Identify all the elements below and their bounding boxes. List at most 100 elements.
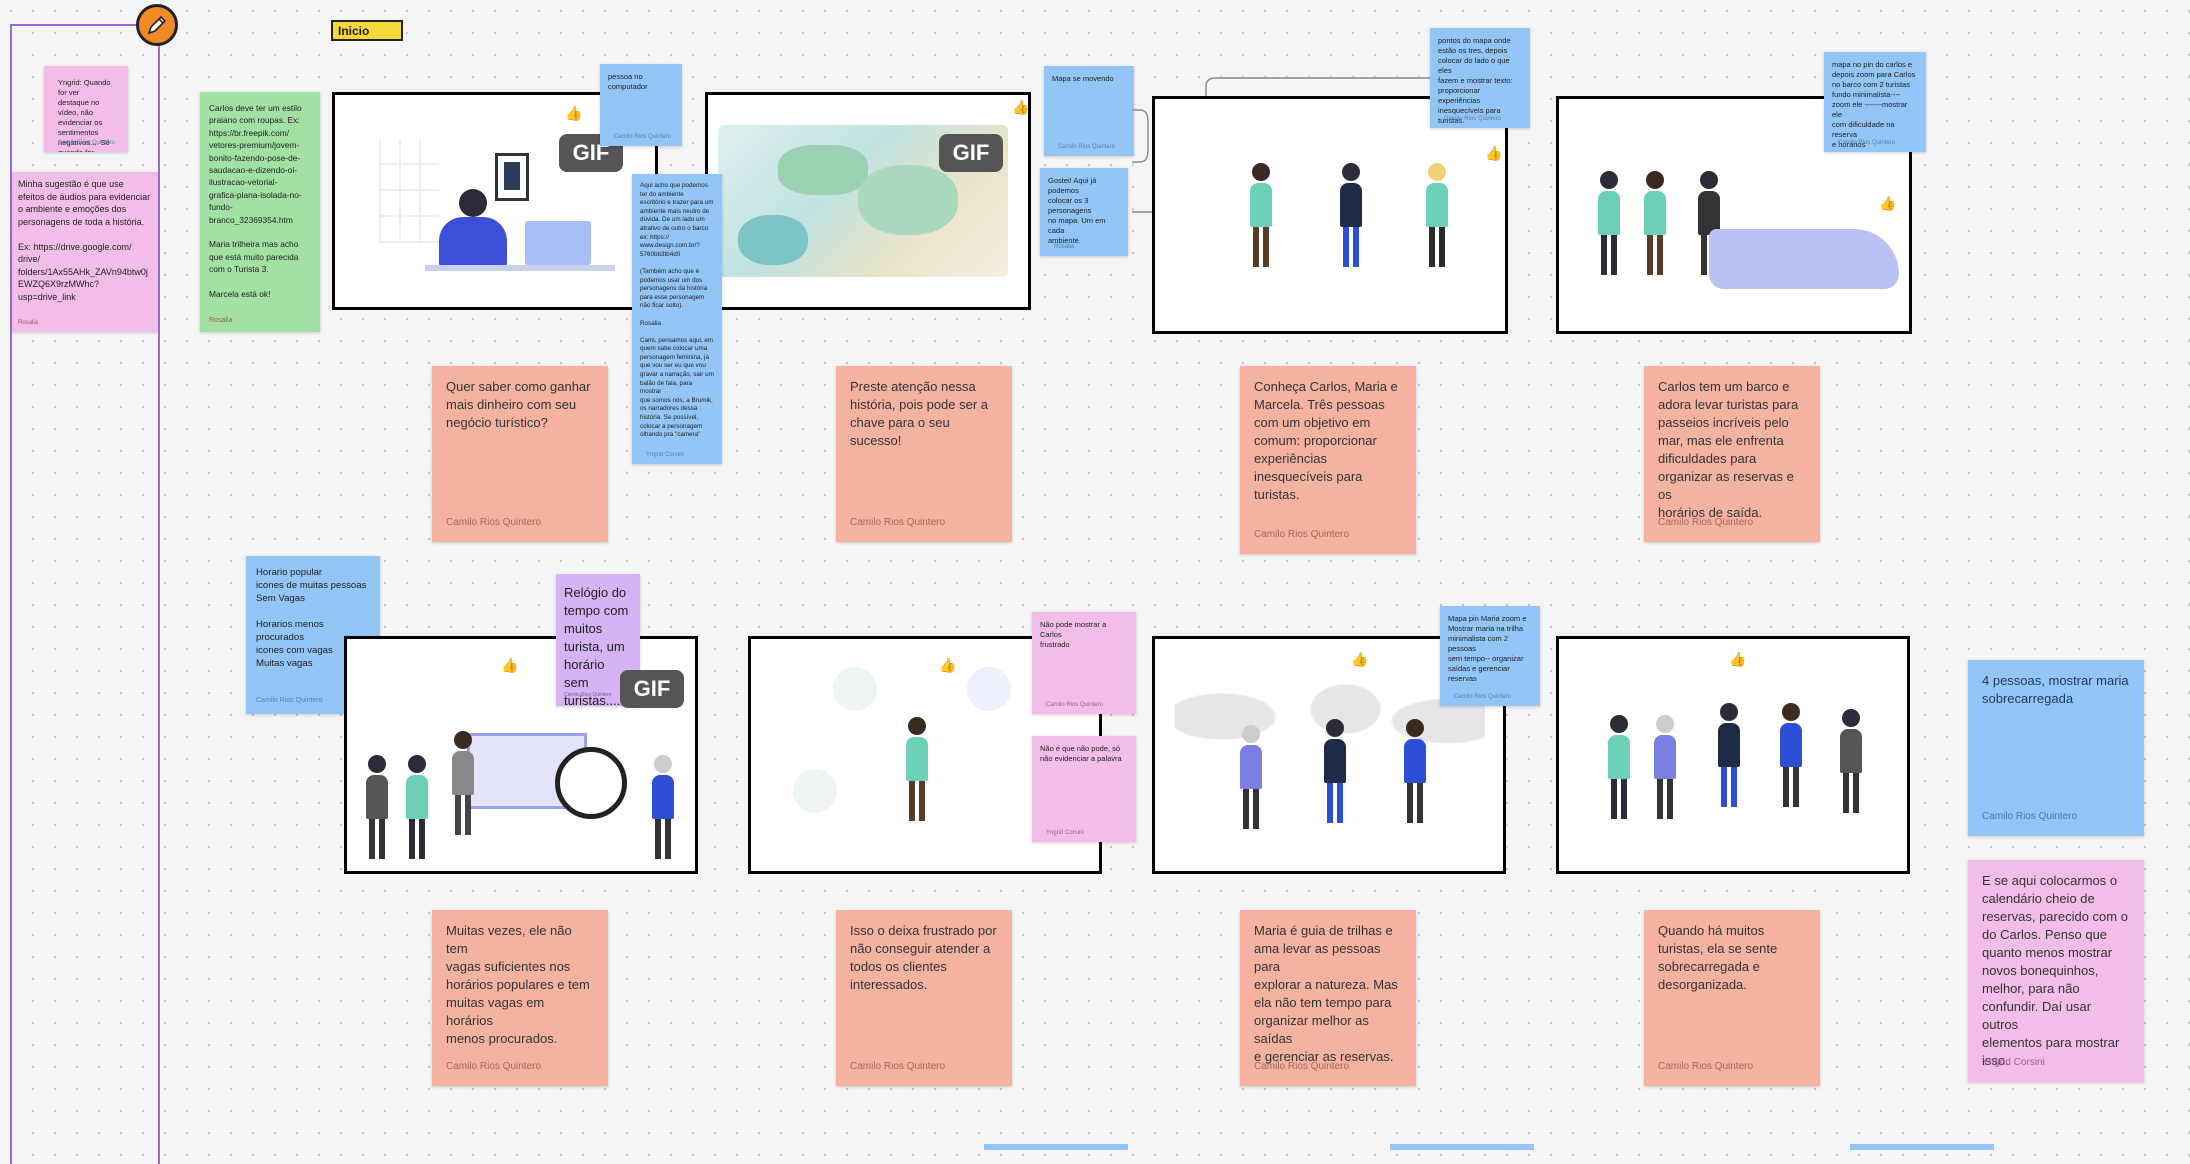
scene-text: Quando há muitos turistas, ela se sente …	[1658, 923, 1778, 992]
scene-frame-3[interactable]: 👍	[1152, 96, 1508, 334]
scene-note-8[interactable]: Quando há muitos turistas, ela se sente …	[1644, 910, 1820, 1086]
comment-text: Gostei! Aqui já podemos colocar os 3 per…	[1048, 176, 1106, 245]
comment-note[interactable]: Aqui acho que podemos ter do ambiente es…	[632, 174, 722, 464]
character-tourist-4	[1831, 709, 1871, 813]
character-maria	[1709, 703, 1749, 807]
start-tag-label: Inicio	[338, 24, 370, 38]
character-tourist-3	[1771, 703, 1811, 807]
character-tourist-4	[643, 755, 683, 859]
comment-note[interactable]: pontos do mapa onde estão os tres, depoi…	[1430, 28, 1530, 128]
gif-label: GIF	[952, 140, 990, 165]
scene-text: Conheça Carlos, Maria e Marcela. Três pe…	[1254, 379, 1398, 502]
monitor	[525, 221, 591, 265]
scene-note-1[interactable]: Quer saber como ganhar mais dinheiro com…	[432, 366, 608, 542]
scene-note-2[interactable]: Preste atenção nessa história, pois pode…	[836, 366, 1012, 542]
comment-note[interactable]: pessoa no computador Camilo Rios Quinter…	[600, 64, 682, 146]
scene-author: Camilo Rios Quintero	[446, 1061, 542, 1072]
avatar	[967, 667, 1011, 711]
comment-author: Yngrid Corsini	[1046, 830, 1084, 836]
comment-text: Carlos deve ter um estilo praiano com ro…	[209, 103, 302, 300]
scene-frame-2[interactable]: 👍	[705, 92, 1031, 310]
thumbs-up-icon[interactable]: 👍	[565, 105, 582, 122]
comment-author: Camilo Rios Quintero	[1444, 116, 1502, 122]
comment-author: Camilo Rios Quintero	[1982, 811, 2078, 822]
scene-author: Camilo Rios Quintero	[850, 1061, 946, 1072]
comment-text: pessoa no computador	[608, 72, 648, 91]
gif-label: GIF	[633, 676, 671, 701]
scene-text: Muitas vezes, ele não tem vagas suficien…	[446, 923, 590, 1046]
character-tourist-2	[397, 755, 437, 859]
comment-note[interactable]: Gostei! Aqui já podemos colocar os 3 per…	[1040, 168, 1128, 256]
character-carlos	[1635, 171, 1675, 275]
scene-note-3[interactable]: Conheça Carlos, Maria e Marcela. Três pe…	[1240, 366, 1416, 554]
comment-text: Não pode mostrar a Carlos frustrado	[1040, 620, 1107, 649]
sticky-note-edge[interactable]	[984, 1144, 1128, 1150]
scene-author: Camilo Rios Quintero	[446, 517, 542, 528]
scene-text: Carlos tem um barco e adora levar turist…	[1658, 379, 1799, 520]
thumbs-up-icon[interactable]: 👍	[1729, 651, 1746, 668]
boat-illustration	[1709, 229, 1899, 289]
comment-author: Camilo Rios Quintero	[256, 697, 323, 704]
thumbs-up-icon[interactable]: 👍	[501, 657, 518, 674]
comment-note[interactable]: E se aqui colocarmos o calendário cheio …	[1968, 860, 2144, 1082]
comment-note[interactable]: Minha sugestão é que use efeitos de áudi…	[12, 172, 158, 332]
thumbs-up-icon[interactable]: 👍	[1485, 145, 1502, 162]
comment-note[interactable]: mapa no pin do carlos e depois zoom para…	[1824, 52, 1926, 152]
scene-note-4[interactable]: Carlos tem um barco e adora levar turist…	[1644, 366, 1820, 542]
comment-author: Rosalia	[18, 320, 39, 326]
thumbs-up-icon[interactable]: 👍	[1879, 195, 1896, 212]
pencil-icon[interactable]	[136, 4, 178, 46]
comment-author: Yngrid Corsini	[646, 452, 684, 458]
gif-badge: GIF	[939, 134, 1003, 172]
comment-author: Camilo Rios Quintero	[1058, 144, 1116, 150]
comment-author: Camilo Rios Quintero	[1046, 702, 1104, 708]
comment-text: E se aqui colocarmos o calendário cheio …	[1982, 873, 2128, 1068]
scene-frame-8[interactable]: 👍	[1556, 636, 1910, 874]
thumbs-up-icon[interactable]: 👍	[1351, 651, 1368, 668]
scene-author: Camilo Rios Quintero	[1254, 1061, 1350, 1072]
scene-author: Camilo Rios Quintero	[1658, 517, 1754, 528]
comment-author: Camilo Rios Quintero	[1454, 694, 1512, 700]
comment-author: Camilo Rios Quintero	[1838, 140, 1896, 146]
gif-badge: GIF	[620, 670, 684, 708]
comment-text: Mapa pin Maria zoom e Mostrar maria na t…	[1448, 614, 1527, 683]
comment-text: pontos do mapa onde estão os tres, depoi…	[1438, 36, 1513, 125]
scene-text: Isso o deixa frustrado por não conseguir…	[850, 923, 997, 992]
comment-note[interactable]: Mapa se movendo Camilo Rios Quintero	[1044, 66, 1134, 156]
comment-note[interactable]: Mapa pin Maria zoom e Mostrar maria na t…	[1440, 606, 1540, 706]
scene-author: Camilo Rios Quintero	[1658, 1061, 1754, 1072]
comment-note[interactable]: Não é que não pode, só não evidenciar a …	[1032, 736, 1136, 842]
desk	[425, 265, 615, 271]
comment-author: Camilo Rios Quintero	[564, 692, 612, 698]
comment-note[interactable]: Carlos deve ter um estilo praiano com ro…	[200, 92, 320, 332]
comment-note[interactable]: 4 pessoas, mostrar maria sobrecarregada …	[1968, 660, 2144, 836]
comment-note[interactable]: Yngrid: Quando for ver destaque no vídeo…	[44, 66, 128, 152]
comment-note[interactable]: Não pode mostrar a Carlos frustrado Cami…	[1032, 612, 1136, 714]
start-tag[interactable]: Inicio	[331, 20, 403, 41]
comment-text: Minha sugestão é que use efeitos de áudi…	[18, 179, 151, 302]
sticky-note-edge[interactable]	[1390, 1144, 1534, 1150]
comment-text: mapa no pin do carlos e depois zoom para…	[1832, 60, 1916, 149]
sticky-note-edge[interactable]	[1850, 1144, 1994, 1150]
character-maria	[1331, 163, 1371, 267]
scene-note-5[interactable]: Muitas vezes, ele não tem vagas suficien…	[432, 910, 608, 1086]
scene-author: Camilo Rios Quintero	[850, 517, 946, 528]
character-marcela	[1417, 163, 1457, 267]
character-tourist-2	[1395, 719, 1435, 823]
character-carlos	[1241, 163, 1281, 267]
character-carlos	[897, 717, 937, 821]
character-tourist	[1589, 171, 1629, 275]
character-tourist-2	[1645, 715, 1685, 819]
thumbs-up-icon[interactable]: 👍	[939, 657, 956, 674]
scene-note-6[interactable]: Isso o deixa frustrado por não conseguir…	[836, 910, 1012, 1086]
comment-text: Não é que não pode, só não evidenciar a …	[1040, 744, 1122, 763]
window-grid	[379, 139, 439, 243]
thumbs-up-icon[interactable]: 👍	[1012, 99, 1029, 116]
scene-note-7[interactable]: Maria é guia de trilhas e ama levar as p…	[1240, 910, 1416, 1086]
character-tourist	[357, 755, 397, 859]
comment-author: Camilo Rios Quintero	[614, 134, 672, 140]
comment-text: 4 pessoas, mostrar maria sobrecarregada	[1982, 673, 2129, 706]
clock-icon	[555, 747, 627, 819]
character-maria	[1315, 719, 1355, 823]
scene-text: Quer saber como ganhar mais dinheiro com…	[446, 379, 591, 430]
